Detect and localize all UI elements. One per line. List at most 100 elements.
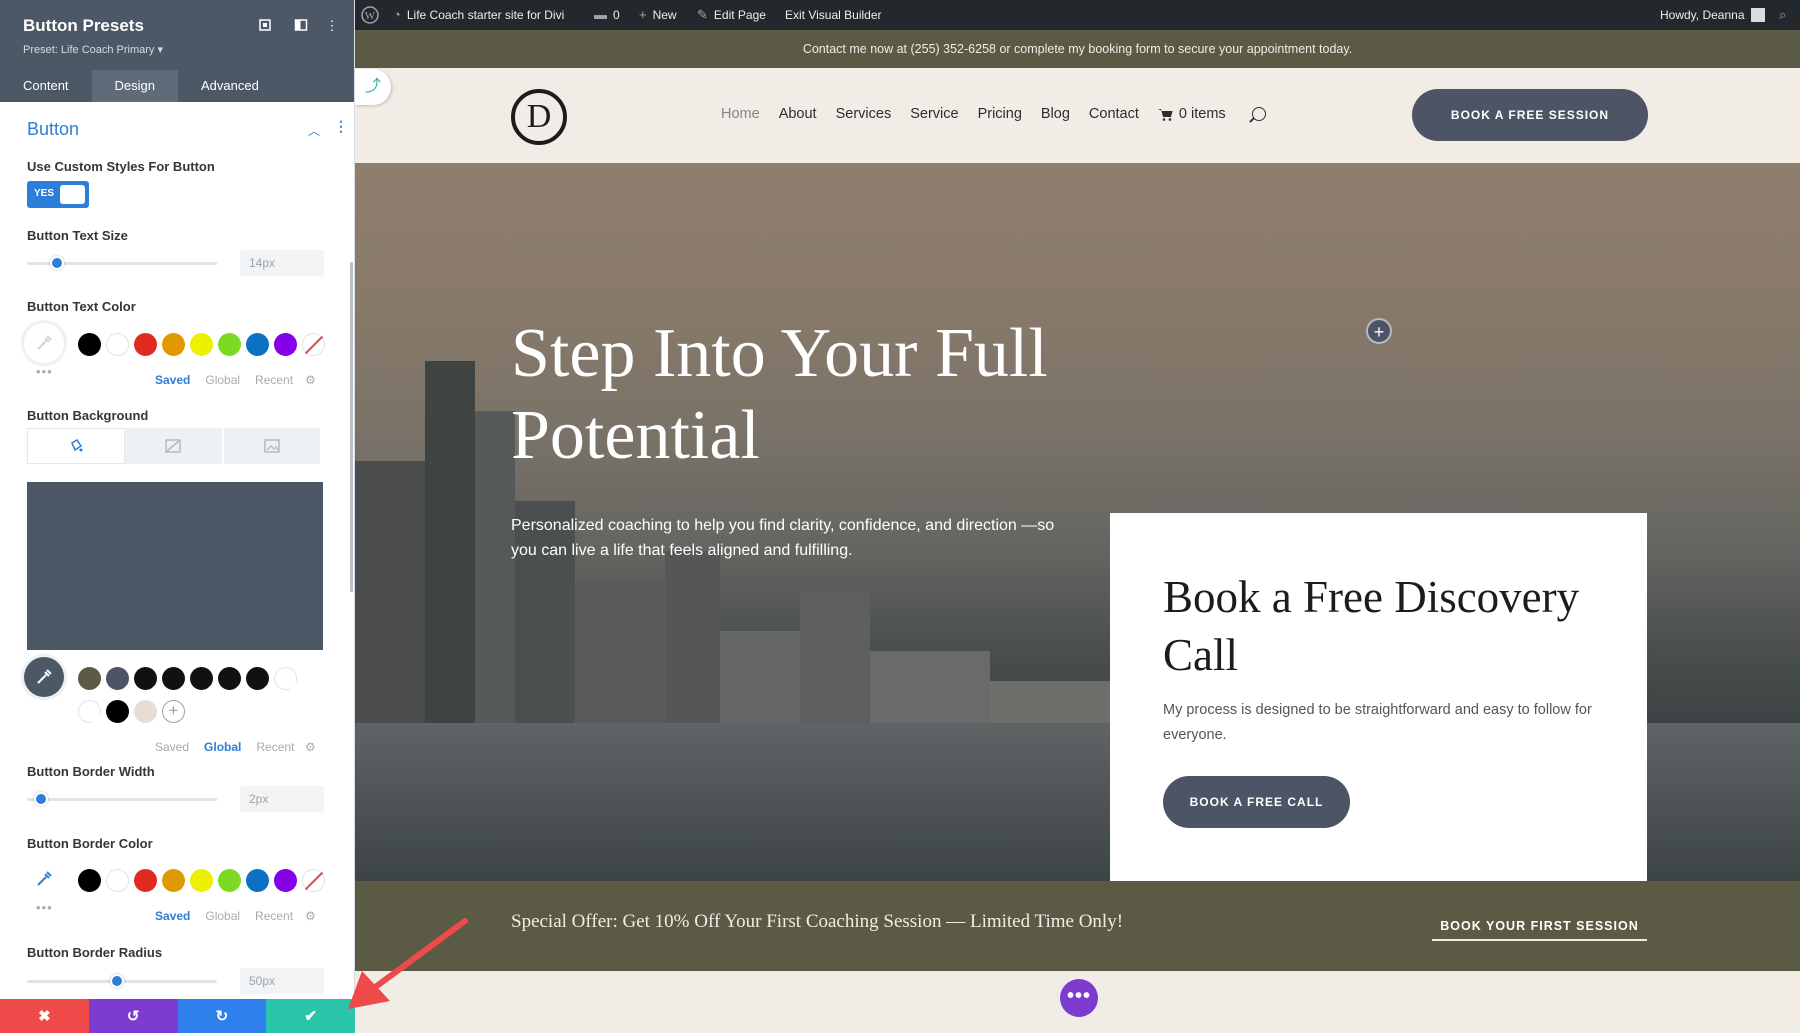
- color-swatch[interactable]: [246, 667, 269, 690]
- site-name-link[interactable]: ◔ Life Coach starter site for Divi: [393, 0, 564, 30]
- palette-settings-icon[interactable]: ⚙: [305, 740, 316, 754]
- bg-color-tab[interactable]: [27, 428, 126, 464]
- color-swatch[interactable]: [218, 869, 241, 892]
- palette-settings-icon[interactable]: ⚙: [305, 909, 316, 923]
- border-width-slider-knob[interactable]: [34, 792, 49, 806]
- site-logo[interactable]: D: [511, 89, 567, 145]
- nav-item-about[interactable]: About: [779, 106, 817, 122]
- color-swatch[interactable]: [78, 700, 101, 723]
- color-swatch[interactable]: [78, 869, 101, 892]
- color-swatch[interactable]: [246, 333, 269, 356]
- text-size-slider-knob[interactable]: [49, 256, 64, 270]
- color-swatch[interactable]: [134, 667, 157, 690]
- color-swatch[interactable]: [106, 869, 129, 892]
- wordpress-logo-icon[interactable]: W: [361, 0, 379, 30]
- fullscreen-icon[interactable]: [257, 18, 273, 34]
- panel-scrollbar[interactable]: [350, 262, 353, 592]
- comments-link[interactable]: ▬ 0: [594, 0, 620, 30]
- border-width-slider[interactable]: [27, 792, 217, 806]
- no-color-swatch[interactable]: [302, 869, 325, 892]
- border-radius-slider-knob[interactable]: [109, 974, 124, 988]
- undo-button[interactable]: ↺: [88, 999, 178, 1033]
- palette-tab-recent[interactable]: Recent: [255, 373, 293, 387]
- palette-tab-global[interactable]: Global: [205, 909, 240, 923]
- color-swatch[interactable]: [134, 869, 157, 892]
- panel-menu-icon[interactable]: ⋮: [324, 18, 340, 34]
- search-icon[interactable]: [1251, 107, 1266, 121]
- palette-tab-saved[interactable]: Saved: [155, 373, 190, 387]
- book-call-button[interactable]: BOOK A FREE CALL: [1163, 776, 1350, 828]
- palette-tab-saved[interactable]: Saved: [155, 740, 189, 754]
- add-module-icon[interactable]: +: [1366, 318, 1392, 344]
- text-size-input[interactable]: 14px: [240, 250, 324, 276]
- color-swatch[interactable]: [106, 667, 129, 690]
- palette-settings-icon[interactable]: ⚙: [305, 373, 316, 387]
- nav-item-home[interactable]: Home: [721, 106, 760, 122]
- palette-tab-saved[interactable]: Saved: [155, 909, 190, 923]
- dock-panel-icon[interactable]: [293, 18, 309, 34]
- nav-item-service[interactable]: Service: [910, 106, 958, 122]
- collapse-icon[interactable]: ︿: [308, 122, 320, 139]
- discard-button[interactable]: ✖: [0, 999, 89, 1033]
- palette-tab-global[interactable]: Global: [205, 373, 240, 387]
- cart-link[interactable]: 0 items: [1157, 106, 1226, 122]
- bg-color-preview[interactable]: [27, 482, 323, 650]
- nav-item-pricing[interactable]: Pricing: [978, 106, 1022, 122]
- tab-design[interactable]: Design: [91, 70, 179, 102]
- edit-page-link[interactable]: ✎ Edit Page: [697, 0, 766, 30]
- bg-image-tab[interactable]: [223, 428, 322, 464]
- color-swatch[interactable]: [190, 333, 213, 356]
- color-swatch[interactable]: [274, 333, 297, 356]
- color-swatch[interactable]: [274, 869, 297, 892]
- color-swatch[interactable]: [162, 869, 185, 892]
- color-swatch[interactable]: [218, 333, 241, 356]
- nav-item-blog[interactable]: Blog: [1041, 106, 1070, 122]
- search-icon[interactable]: ⌕: [1779, 0, 1786, 30]
- palette-tab-recent[interactable]: Recent: [255, 909, 293, 923]
- color-swatch[interactable]: [162, 667, 185, 690]
- redo-button[interactable]: ↻: [177, 999, 267, 1033]
- book-session-button[interactable]: BOOK A FREE SESSION: [1412, 89, 1648, 141]
- book-first-session-button[interactable]: BOOK YOUR FIRST SESSION: [1432, 911, 1647, 941]
- palette-tab-global[interactable]: Global: [204, 740, 241, 754]
- more-colors-icon[interactable]: •••: [36, 900, 53, 915]
- section-menu-icon[interactable]: ⋮: [334, 118, 348, 135]
- border-radius-input[interactable]: 50px: [240, 968, 324, 994]
- add-color-icon[interactable]: +: [162, 700, 185, 723]
- section-title[interactable]: Button: [27, 119, 79, 140]
- text-size-slider[interactable]: [27, 256, 217, 270]
- nav-item-contact[interactable]: Contact: [1089, 106, 1139, 122]
- sync-toggle-icon[interactable]: ⤴: [355, 69, 391, 105]
- color-swatch[interactable]: [218, 667, 241, 690]
- tab-advanced[interactable]: Advanced: [178, 70, 282, 102]
- more-colors-icon[interactable]: •••: [36, 364, 53, 379]
- border-radius-slider[interactable]: [27, 974, 217, 988]
- palette-tab-recent[interactable]: Recent: [256, 740, 294, 754]
- bg-color-picker[interactable]: [24, 657, 64, 697]
- no-color-swatch[interactable]: [302, 333, 325, 356]
- color-swatch[interactable]: [190, 869, 213, 892]
- color-swatch[interactable]: [134, 333, 157, 356]
- howdy-user[interactable]: Howdy, Deanna: [1660, 0, 1765, 30]
- tab-content[interactable]: Content: [0, 70, 92, 102]
- color-swatch[interactable]: [134, 700, 157, 723]
- color-swatch[interactable]: [78, 667, 101, 690]
- color-swatch[interactable]: [78, 333, 101, 356]
- border-eyedropper-icon[interactable]: [35, 870, 53, 893]
- page-settings-icon[interactable]: •••: [1060, 979, 1098, 1017]
- color-swatch[interactable]: [106, 700, 129, 723]
- nav-item-services[interactable]: Services: [836, 106, 892, 122]
- color-swatch[interactable]: [274, 667, 297, 690]
- avatar: [1750, 8, 1765, 22]
- color-swatch[interactable]: [162, 333, 185, 356]
- new-link[interactable]: + New: [639, 0, 677, 30]
- text-color-picker[interactable]: [24, 323, 64, 363]
- custom-styles-toggle[interactable]: YES: [27, 181, 89, 208]
- border-width-input[interactable]: 2px: [240, 786, 324, 812]
- color-swatch[interactable]: [190, 667, 213, 690]
- exit-builder-link[interactable]: Exit Visual Builder: [785, 0, 882, 30]
- color-swatch[interactable]: [106, 333, 129, 356]
- preset-selector[interactable]: Preset: Life Coach Primary ▾: [23, 43, 163, 56]
- bg-gradient-tab[interactable]: [125, 428, 224, 464]
- color-swatch[interactable]: [246, 869, 269, 892]
